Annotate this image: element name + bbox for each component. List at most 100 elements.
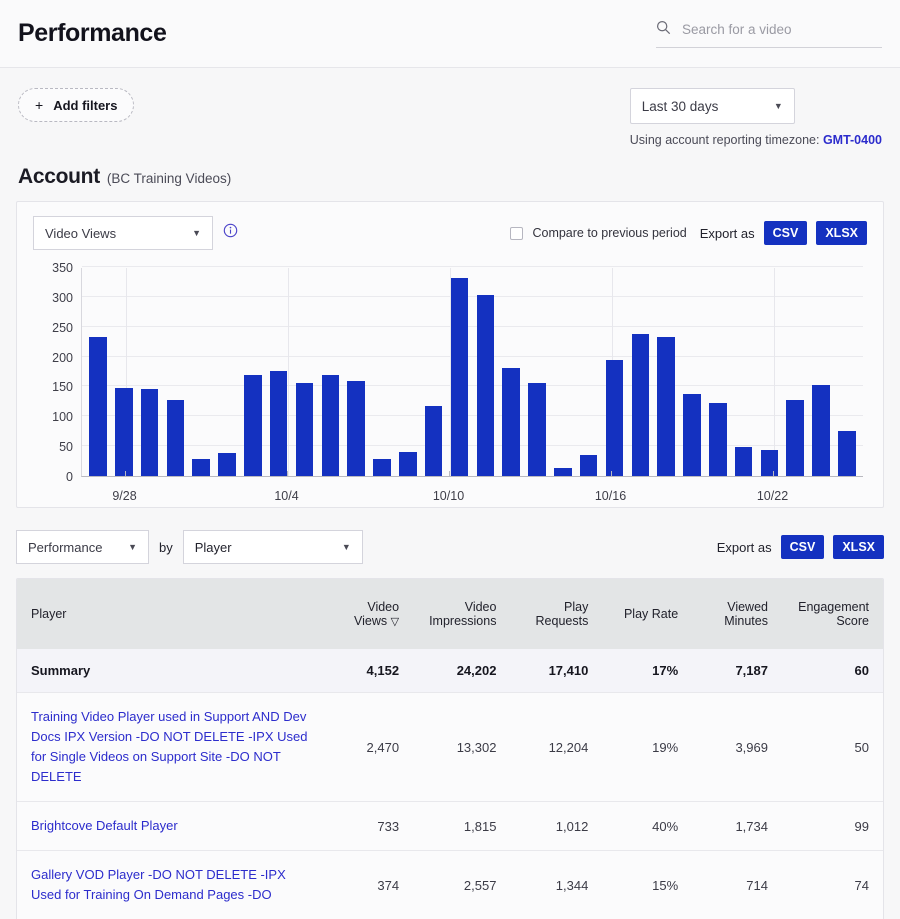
search-input[interactable]: [680, 21, 882, 38]
dimension-select[interactable]: Player ▼: [183, 530, 363, 564]
bar[interactable]: [399, 452, 417, 476]
bar-slot[interactable]: [343, 268, 369, 476]
bar-slot[interactable]: [627, 268, 653, 476]
bar[interactable]: [838, 431, 856, 476]
bar[interactable]: [322, 375, 340, 476]
bar[interactable]: [192, 459, 210, 476]
bar[interactable]: [296, 383, 314, 476]
bar[interactable]: [580, 455, 598, 476]
column-label: Player: [31, 607, 66, 621]
bar[interactable]: [89, 337, 107, 476]
metric-select[interactable]: Video Views ▼: [33, 216, 213, 250]
bar-slot[interactable]: [576, 268, 602, 476]
bar[interactable]: [606, 360, 624, 476]
bar[interactable]: [451, 278, 469, 476]
table-summary-row: Summary4,15224,20217,41017%7,18760: [17, 649, 883, 693]
column-header-engagement-score[interactable]: Engagement Score: [782, 579, 883, 649]
bar[interactable]: [218, 453, 236, 476]
bar-slot[interactable]: [111, 268, 137, 476]
cell-engagement-score: 60: [782, 649, 883, 693]
account-subtitle: (BC Training Videos): [107, 171, 231, 186]
bar[interactable]: [657, 337, 675, 476]
bar[interactable]: [477, 295, 495, 476]
column-header-player[interactable]: Player: [17, 579, 323, 649]
table-row: Training Video Player used in Support AN…: [17, 693, 883, 802]
bar-slot[interactable]: [731, 268, 757, 476]
bar[interactable]: [528, 383, 546, 476]
bar-slot[interactable]: [214, 268, 240, 476]
bar[interactable]: [167, 400, 185, 476]
bar[interactable]: [502, 368, 520, 476]
timezone-link[interactable]: GMT-0400: [823, 133, 882, 147]
bar-slot[interactable]: [137, 268, 163, 476]
chart-export-xlsx-button[interactable]: XLSX: [816, 221, 867, 245]
column-header-video-impressions[interactable]: Video Impressions: [413, 579, 510, 649]
y-axis-tick-label: 0: [33, 470, 73, 484]
bar-slot[interactable]: [524, 268, 550, 476]
add-filters-button[interactable]: + Add filters: [18, 88, 134, 122]
table-export-csv-button[interactable]: CSV: [781, 535, 825, 559]
bar-slot[interactable]: [705, 268, 731, 476]
bar[interactable]: [632, 334, 650, 476]
table-export-xlsx-button[interactable]: XLSX: [833, 535, 884, 559]
bar[interactable]: [244, 375, 262, 476]
bar-slot[interactable]: [472, 268, 498, 476]
date-range-select[interactable]: Last 30 days ▼: [630, 88, 795, 124]
bar[interactable]: [347, 381, 365, 476]
bar[interactable]: [141, 389, 159, 476]
compare-checkbox[interactable]: [510, 227, 523, 240]
bar[interactable]: [812, 385, 830, 476]
bar-slot[interactable]: [782, 268, 808, 476]
bar-slot[interactable]: [266, 268, 292, 476]
search-box[interactable]: [656, 20, 882, 48]
bar-slot[interactable]: [498, 268, 524, 476]
bar-slot[interactable]: [653, 268, 679, 476]
bar-slot[interactable]: [550, 268, 576, 476]
bar-slot[interactable]: [395, 268, 421, 476]
cell-viewed-minutes: 7,187: [692, 649, 782, 693]
chart-plot-area: [81, 268, 863, 477]
player-link[interactable]: Brightcove Default Player: [31, 816, 178, 836]
cell-player-name: Gallery VOD Player -DO NOT DELETE -IPX U…: [17, 851, 323, 919]
bar[interactable]: [425, 406, 443, 476]
bar-slot[interactable]: [369, 268, 395, 476]
column-header-video-views[interactable]: Video Views ▽: [323, 579, 413, 649]
bar-slot[interactable]: [808, 268, 834, 476]
bar[interactable]: [554, 468, 572, 476]
bar[interactable]: [761, 450, 779, 476]
report-type-select[interactable]: Performance ▼: [16, 530, 149, 564]
player-link[interactable]: Gallery VOD Player -DO NOT DELETE -IPX U…: [31, 865, 309, 905]
bar-slot[interactable]: [757, 268, 783, 476]
bar-slot[interactable]: [188, 268, 214, 476]
bar-slot[interactable]: [240, 268, 266, 476]
bar[interactable]: [115, 388, 133, 476]
bar-slot[interactable]: [85, 268, 111, 476]
bar-slot[interactable]: [602, 268, 628, 476]
table-export-as-label: Export as: [717, 540, 772, 555]
bar-slot[interactable]: [162, 268, 188, 476]
bar-slot[interactable]: [834, 268, 860, 476]
column-header-viewed-minutes[interactable]: Viewed Minutes: [692, 579, 782, 649]
bar-slot[interactable]: [421, 268, 447, 476]
cell-engagement-score: 50: [782, 693, 883, 802]
player-link[interactable]: Training Video Player used in Support AN…: [31, 707, 309, 787]
bar-slot[interactable]: [317, 268, 343, 476]
bar[interactable]: [735, 447, 753, 476]
bar[interactable]: [270, 371, 288, 476]
chart-export-csv-button[interactable]: CSV: [764, 221, 808, 245]
y-axis-tick-label: 50: [33, 440, 73, 454]
plus-icon: +: [35, 97, 43, 113]
report-type-value: Performance: [28, 540, 102, 555]
column-header-play-rate[interactable]: Play Rate: [602, 579, 692, 649]
info-circle-icon[interactable]: [223, 223, 238, 243]
bar-slot[interactable]: [292, 268, 318, 476]
bar-slot[interactable]: [679, 268, 705, 476]
bar[interactable]: [683, 394, 701, 476]
bar[interactable]: [709, 403, 727, 476]
cell-video-views: 2,470: [323, 693, 413, 802]
bar[interactable]: [786, 400, 804, 476]
bar[interactable]: [373, 459, 391, 476]
bar-slot[interactable]: [447, 268, 473, 476]
column-header-play-requests[interactable]: Play Requests: [510, 579, 602, 649]
cell-video-views: 374: [323, 851, 413, 919]
